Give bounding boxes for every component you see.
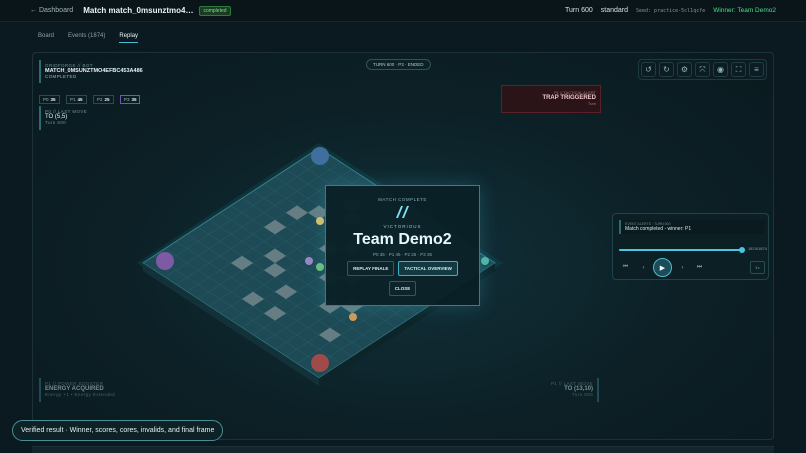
tactical-overview-button[interactable]: TACTICAL OVERVIEW <box>398 261 458 276</box>
skip-start-icon[interactable]: ⏮ <box>619 261 632 274</box>
rotate-left-icon[interactable]: ↺ <box>641 62 656 77</box>
piece-p2 <box>311 354 329 372</box>
verified-result-toast: Verified result · Winner, scores, cores,… <box>12 420 224 441</box>
event-alert: EVENT ALERTS · TURN 600 Match completed … <box>619 220 765 234</box>
piece-unit-orange <box>349 313 357 321</box>
back-to-dashboard-link[interactable]: ← Dashboard <box>30 7 73 14</box>
rotate-right-icon[interactable]: ↻ <box>659 62 674 77</box>
score-p1: P1 45 <box>65 95 87 104</box>
tactical-sub: Turn <box>587 101 596 106</box>
fullscreen-icon[interactable]: ⛶ <box>731 62 746 77</box>
replay-scrubber[interactable] <box>619 249 742 251</box>
tactical-alert-card: P1 // TACTICAL ALERT TRAP TRIGGERED Turn <box>501 85 601 113</box>
play-button[interactable]: ▶ <box>653 258 672 277</box>
match-complete-modal: MATCH COMPLETE VICTORIOUS Team Demo2 P0 … <box>325 185 480 306</box>
event-value: Match completed - winner: P1 <box>625 226 692 232</box>
tab-board[interactable]: Board <box>38 33 54 43</box>
match-title: Match match_0msunztmo4… <box>83 6 194 15</box>
bottom-strip <box>32 446 774 453</box>
seed-label: Seed: practice-5cl1qcfe <box>636 7 706 14</box>
tab-bar: Board Events (1874) Replay <box>38 33 139 43</box>
last-move2-sub: Turn 600 <box>571 392 593 397</box>
tab-events[interactable]: Events (1874) <box>68 33 105 43</box>
settings-icon[interactable]: ⚙ <box>677 62 692 77</box>
board-toolbar: ↺ ↻ ⚙ ⤧ ◉ ⛶ ≡ <box>638 59 767 80</box>
view-eye-icon[interactable]: ◉ <box>713 62 728 77</box>
step-forward-icon[interactable]: › <box>676 261 689 274</box>
last-move-card-right: P1 // LAST MOVE TO (13,10) Turn 600 <box>503 378 599 402</box>
piece-unit-purple <box>305 257 313 265</box>
score-p2: P2 25 <box>92 95 114 104</box>
victory-emblem-icon <box>395 206 409 218</box>
skip-end-icon[interactable]: ⏭ <box>693 261 706 274</box>
score-p0: P0 35 <box>39 95 60 104</box>
scrubber-position: 1874/1874 <box>748 246 767 251</box>
piece-unit-yellow <box>316 217 324 225</box>
winning-team: Team Demo2 <box>353 231 452 248</box>
winner-label: Winner: Team Demo2 <box>713 7 776 14</box>
modal-header: MATCH COMPLETE <box>378 197 427 202</box>
final-scoreline: P0 35 · P1 45 · P2 25 · P3 35 <box>372 252 433 257</box>
power-sub: Energy +1 • Energy Extended <box>45 392 116 397</box>
menu-icon[interactable]: ≡ <box>749 62 764 77</box>
replay-controls: EVENT ALERTS · TURN 600 Match completed … <box>612 213 769 280</box>
score-chips: P0 35 P1 45 P2 25 P3 35 <box>39 88 142 106</box>
result-label: VICTORIOUS <box>383 224 422 229</box>
match-state: COMPLETED <box>45 74 77 79</box>
status-badge: completed <box>199 5 231 16</box>
tab-replay[interactable]: Replay <box>119 33 139 43</box>
piece-p0 <box>311 147 329 165</box>
power-booster-card: P1 // POWER BOOSTER ENERGY ACQUIRED Ener… <box>39 378 135 402</box>
step-back-icon[interactable]: ‹ <box>637 261 650 274</box>
score-p3: P3 35 <box>119 95 141 104</box>
top-bar: ← Dashboard Match match_0msunztmo4… comp… <box>0 0 806 22</box>
close-button[interactable]: CLOSE <box>388 281 417 296</box>
piece-p1 <box>156 252 174 270</box>
scrubber-handle[interactable] <box>739 247 745 253</box>
piece-unit-green <box>316 263 324 271</box>
turn-label: Turn 600 <box>564 7 593 14</box>
turn-status-pill: TURN 600 · P3 · ENDED <box>366 59 431 70</box>
mode-label: standard <box>600 7 628 14</box>
replay-finale-button[interactable]: REPLAY FINALE <box>347 261 395 276</box>
fit-view-icon[interactable]: ⤧ <box>695 62 710 77</box>
speed-button[interactable]: 1× <box>750 261 765 274</box>
piece-unit-teal <box>481 257 489 265</box>
last-move-card: P0 // LAST MOVE TO (5,5) Turn 600 <box>39 106 140 130</box>
match-info-card: GRIDFORGE // BOT MATCH_0MSUNZTMO4EFBC453… <box>39 60 143 83</box>
last-move-sub: Turn 600 <box>45 120 67 125</box>
